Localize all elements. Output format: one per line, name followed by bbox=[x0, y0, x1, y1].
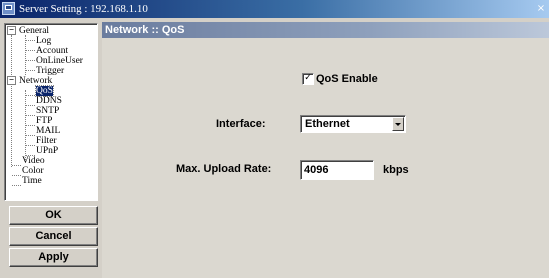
apply-button[interactable]: Apply bbox=[9, 248, 98, 267]
tree-line bbox=[26, 70, 35, 71]
section-header: Network :: QoS bbox=[102, 22, 549, 38]
tree-node-time[interactable]: Time bbox=[22, 176, 42, 187]
tree-line bbox=[12, 175, 21, 176]
tree-line bbox=[26, 135, 35, 136]
qos-enable-label: QoS Enable bbox=[316, 73, 378, 85]
settings-panel: Network :: QoS ✓ QoS Enable Interface: E… bbox=[102, 22, 549, 278]
tree-line bbox=[12, 165, 21, 166]
tree-line bbox=[26, 125, 35, 126]
tree-line bbox=[26, 95, 35, 96]
tree-line bbox=[12, 185, 21, 186]
title-bar: Server Setting : 192.168.1.10 × bbox=[0, 0, 549, 18]
cancel-button[interactable]: Cancel bbox=[9, 227, 98, 246]
upload-rate-input[interactable]: 4096 bbox=[300, 160, 374, 180]
tree-line bbox=[11, 35, 12, 167]
app-icon bbox=[2, 2, 15, 15]
chevron-down-icon[interactable] bbox=[392, 117, 404, 131]
collapse-icon[interactable]: − bbox=[7, 26, 16, 35]
ok-button[interactable]: OK bbox=[9, 206, 98, 225]
tree-line bbox=[26, 40, 35, 41]
window-title: Server Setting : 192.168.1.10 bbox=[19, 3, 148, 15]
tree-line bbox=[26, 105, 35, 106]
qos-enable-checkbox[interactable]: ✓ bbox=[302, 73, 314, 85]
close-icon[interactable]: × bbox=[535, 2, 547, 15]
interface-value: Ethernet bbox=[305, 118, 350, 130]
tree-line bbox=[26, 60, 35, 61]
interface-select[interactable]: Ethernet bbox=[300, 115, 406, 133]
upload-rate-label: Max. Upload Rate: bbox=[176, 163, 272, 175]
tree-line bbox=[26, 145, 35, 146]
interface-label: Interface: bbox=[216, 118, 266, 130]
tree-line bbox=[25, 35, 26, 75]
upload-rate-unit: kbps bbox=[383, 164, 409, 176]
settings-tree[interactable]: − General Log Account OnLineUser Trigger … bbox=[4, 23, 98, 201]
tree-line bbox=[26, 50, 35, 51]
tree-line bbox=[26, 115, 35, 116]
collapse-icon[interactable]: − bbox=[7, 76, 16, 85]
